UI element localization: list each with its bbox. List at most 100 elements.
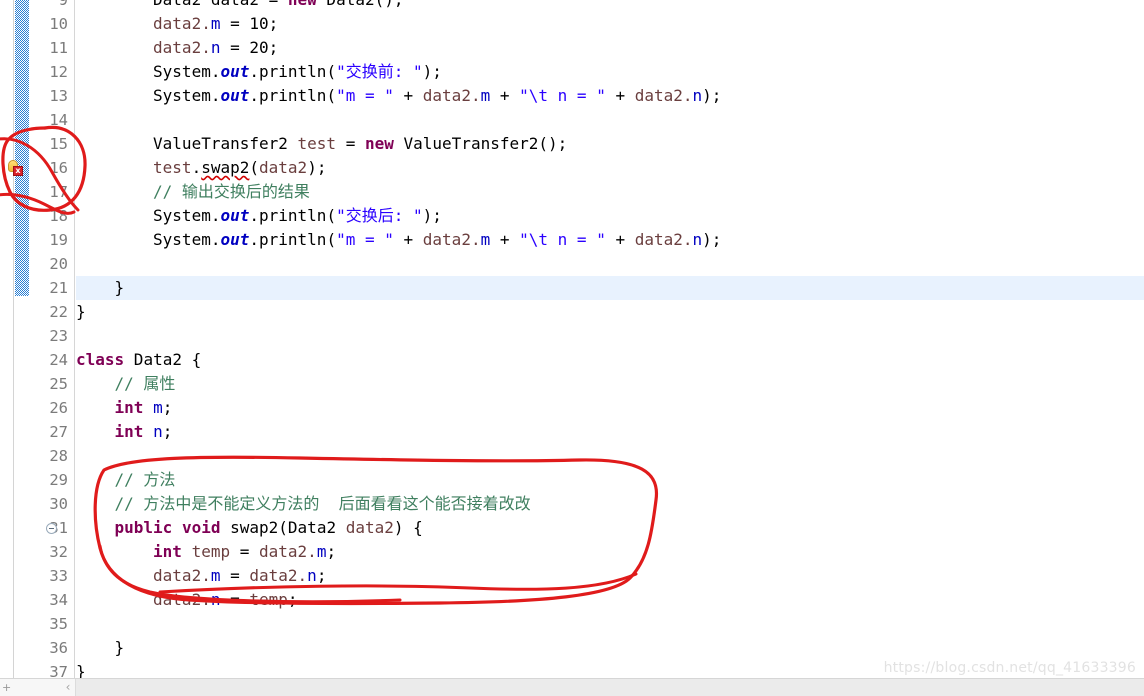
code-token: m xyxy=(480,86,491,105)
code-line[interactable]: } xyxy=(76,300,86,324)
code-token: System. xyxy=(153,206,221,225)
code-line[interactable]: System.out.println("交换前: "); xyxy=(153,60,442,84)
code-token: data2. xyxy=(634,86,693,105)
code-token: new xyxy=(364,134,394,153)
code-token: n xyxy=(153,422,163,441)
code-token: .println( xyxy=(249,206,337,225)
line-number: 30 xyxy=(49,495,68,513)
code-token: } xyxy=(76,662,86,678)
code-token: temp xyxy=(249,590,288,609)
code-line[interactable]: } xyxy=(115,636,125,660)
code-token: out xyxy=(220,62,250,81)
error-quickfix-icon[interactable]: x xyxy=(7,160,23,176)
code-line[interactable]: data2.m = data2.n; xyxy=(153,564,326,588)
code-token: data2. xyxy=(259,542,317,561)
error-x-badge-icon: x xyxy=(13,166,23,176)
code-token: class xyxy=(76,350,125,369)
code-line[interactable]: Data2 data2 = new Data2(); xyxy=(153,0,403,12)
code-token: = xyxy=(220,14,250,33)
code-line[interactable]: data2.n = temp; xyxy=(153,588,298,612)
code-line[interactable]: data2.m = 10; xyxy=(153,12,278,36)
code-token: data2. xyxy=(153,14,211,33)
code-line[interactable]: class Data2 { xyxy=(76,348,201,372)
code-token: ); xyxy=(702,86,722,105)
code-token: 20; xyxy=(249,38,279,57)
code-token: "交换前: " xyxy=(336,62,423,81)
code-line[interactable]: // 属性 xyxy=(115,372,176,396)
code-line[interactable]: public void swap2(Data2 data2) { xyxy=(115,516,423,540)
scrollbar-corner-glyph: + xyxy=(2,681,12,694)
code-token: = xyxy=(230,542,260,561)
code-token: ; xyxy=(162,398,173,417)
change-bar xyxy=(15,0,29,296)
code-token: test xyxy=(153,158,192,177)
code-line[interactable]: test.swap2(data2); xyxy=(153,156,326,180)
code-token: ); xyxy=(422,206,442,225)
code-line[interactable]: System.out.println("m = " + data2.m + "\… xyxy=(153,84,721,108)
line-number: 29 xyxy=(49,471,68,489)
line-number: 22 xyxy=(49,303,68,321)
line-number: 19 xyxy=(49,231,68,249)
collapse-minus-icon[interactable] xyxy=(46,523,57,534)
code-line[interactable]: // 方法中是不能定义方法的 后面看看这个能否接着改改 xyxy=(115,492,531,516)
annotation-ruler[interactable] xyxy=(0,0,14,678)
code-token: . xyxy=(191,158,202,177)
code-token: public xyxy=(114,518,173,537)
line-number: 26 xyxy=(49,399,68,417)
code-token: new xyxy=(288,0,317,9)
code-line[interactable]: ValueTransfer2 test = new ValueTransfer2… xyxy=(153,132,567,156)
scroll-left-arrow-icon[interactable]: ‹ xyxy=(60,679,76,696)
code-line[interactable]: System.out.println("m = " + data2.m + "\… xyxy=(153,228,721,252)
code-line[interactable]: System.out.println("交换后: "); xyxy=(153,204,442,228)
code-token: "m = " xyxy=(336,230,394,249)
code-token: "交换后: " xyxy=(336,206,423,225)
line-number: 17 xyxy=(49,183,68,201)
code-line[interactable]: int temp = data2.m; xyxy=(153,540,336,564)
code-token: ; xyxy=(287,590,298,609)
line-number-gutter[interactable]: 9 10 11 12 13 14 15 16 x 17 18 19 20 21 22 23 24 25 26 27 28… xyxy=(8,0,75,681)
line-number: 20 xyxy=(49,255,68,273)
code-token: // 方法中是不能定义方法的 后面看看这个能否接着改改 xyxy=(114,494,531,513)
code-line[interactable]: } xyxy=(115,276,125,300)
code-token: + xyxy=(393,230,423,249)
code-line[interactable]: } xyxy=(76,660,86,678)
code-token: out xyxy=(220,206,250,225)
horizontal-scrollbar[interactable]: + ‹ xyxy=(0,678,1144,696)
code-token: Data2 data2 = xyxy=(153,0,288,9)
line-number: 24 xyxy=(49,351,68,369)
line-number: 11 xyxy=(49,39,68,57)
code-token: + xyxy=(605,230,635,249)
code-token: = xyxy=(336,134,365,153)
line-number: 27 xyxy=(49,423,68,441)
code-token: data2. xyxy=(634,230,693,249)
code-line[interactable]: data2.n = 20; xyxy=(153,36,278,60)
code-token: ; xyxy=(162,422,173,441)
code-token: void xyxy=(181,518,221,537)
code-token: ) { xyxy=(393,518,423,537)
line-number: 12 xyxy=(49,63,68,81)
code-token: + xyxy=(393,86,423,105)
code-token: .println( xyxy=(249,230,337,249)
code-token: m xyxy=(316,542,327,561)
line-number: 18 xyxy=(49,207,68,225)
code-token: = xyxy=(220,590,250,609)
code-token: int xyxy=(114,398,144,417)
code-token: System. xyxy=(153,230,221,249)
code-token: ValueTransfer2(); xyxy=(393,134,568,153)
code-line[interactable]: // 方法 xyxy=(115,468,176,492)
code-line[interactable]: int m; xyxy=(115,396,173,420)
code-text-area[interactable]: Data2 data2 = new Data2();data2.m = 10;d… xyxy=(76,0,1144,678)
line-number: 33 xyxy=(49,567,68,585)
line-number: 36 xyxy=(49,639,68,657)
code-token: temp xyxy=(191,542,231,561)
code-token: n xyxy=(692,86,703,105)
code-line[interactable]: int n; xyxy=(115,420,173,444)
code-line[interactable]: // 输出交换后的结果 xyxy=(153,180,310,204)
code-token: data2. xyxy=(153,590,211,609)
line-number: 23 xyxy=(49,327,68,345)
code-token: + xyxy=(605,86,635,105)
line-number: 9 xyxy=(58,0,68,9)
code-token: ; xyxy=(326,542,337,561)
